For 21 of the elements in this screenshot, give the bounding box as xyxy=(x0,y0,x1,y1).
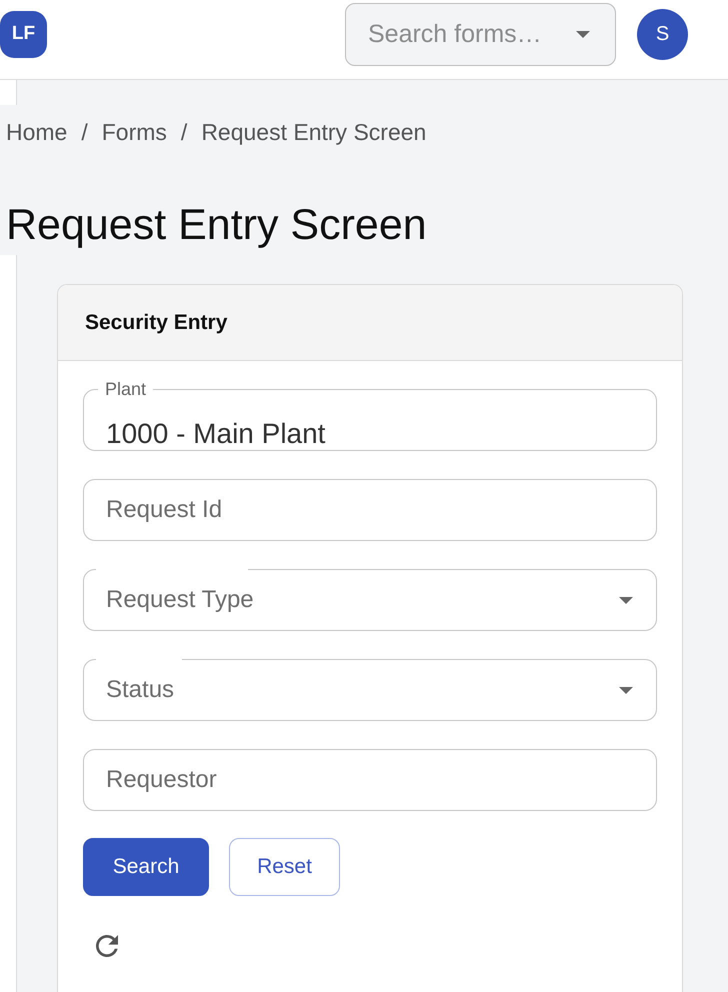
input-field[interactable]: Request Id xyxy=(83,479,657,541)
user-avatar[interactable]: S xyxy=(637,9,688,60)
caret-down-icon xyxy=(619,686,633,694)
breadcrumb-separator: / xyxy=(180,118,188,146)
card-title: Security Entry xyxy=(85,310,228,334)
input-field[interactable]: Requestor xyxy=(83,749,657,811)
app-logo[interactable]: LF xyxy=(0,10,47,58)
input-field[interactable]: Plant 1000 - Main Plant xyxy=(83,380,657,451)
breadcrumb-link[interactable]: Forms xyxy=(102,118,167,146)
search-button[interactable]: Search xyxy=(83,838,209,896)
breadcrumb-current: Request Entry Screen xyxy=(201,118,426,146)
dropdown-field[interactable]: Status xyxy=(83,659,657,721)
dropdown-field[interactable]: Request Type xyxy=(83,569,657,631)
breadcrumb-separator: / xyxy=(81,118,88,146)
page-title: Request Entry Screen xyxy=(6,200,427,250)
form-search-dropdown[interactable]: Search forms… xyxy=(345,3,616,66)
reset-button[interactable]: Reset xyxy=(229,838,340,896)
caret-down-icon xyxy=(619,596,633,604)
refresh-icon[interactable] xyxy=(96,935,118,957)
caret-down-icon xyxy=(576,31,590,38)
breadcrumb-link[interactable]: Home xyxy=(6,118,68,146)
